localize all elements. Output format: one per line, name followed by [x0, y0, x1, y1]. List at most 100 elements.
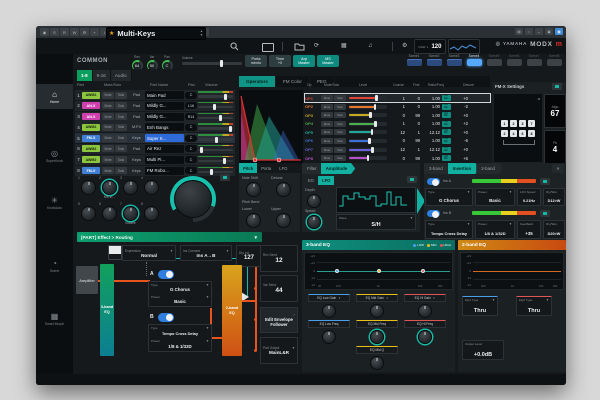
- scene-button[interactable]: Scene3: [444, 54, 464, 66]
- op-mute-button[interactable]: Mute: [321, 121, 333, 127]
- scene-pad[interactable]: [507, 59, 522, 66]
- scene-button[interactable]: Scene5: [484, 54, 504, 66]
- dry-level-field[interactable]: Dry Lvl 127: [236, 245, 262, 267]
- part-name-field[interactable]: Mildly G...: [145, 102, 184, 110]
- scene-pad[interactable]: [527, 59, 542, 66]
- solo-button[interactable]: Solo: [115, 145, 127, 152]
- speed-knob[interactable]: [307, 215, 321, 229]
- scene-button[interactable]: Scene2: [424, 54, 444, 66]
- part-volume-slider[interactable]: [198, 156, 233, 164]
- op-coarse[interactable]: 12: [389, 130, 405, 135]
- eq-freq-knob[interactable]: [418, 330, 432, 344]
- op-coarse[interactable]: 1: [389, 96, 405, 101]
- eq3-low-dot[interactable]: [335, 269, 339, 273]
- amp-sub-tab[interactable]: LFO: [318, 176, 334, 185]
- sidebar-item[interactable]: ◔ Scene: [36, 253, 73, 278]
- ins-a-edit-button[interactable]: [540, 178, 550, 185]
- operator-row[interactable]: OP5 Mute Solo 12 1 12.12 0.0Hz +0: [305, 128, 490, 136]
- part-name-field[interactable]: Air Rez: [145, 145, 184, 153]
- slider-handle[interactable]: [368, 138, 371, 144]
- op-coarse[interactable]: 1: [389, 121, 405, 126]
- ins-a-param3-field[interactable]: LFO Speed 0.21Hz: [517, 188, 541, 206]
- part-name-field[interactable]: Multi Pi...: [145, 156, 184, 164]
- part-volume-slider[interactable]: [198, 123, 233, 131]
- op-mute-button[interactable]: Mute: [321, 95, 333, 101]
- slider-handle[interactable]: [215, 137, 218, 143]
- part-row[interactable]: 3 AN-X Mute Solo Pad Mildly G... R14: [75, 112, 235, 122]
- op-fine[interactable]: 0: [405, 96, 420, 101]
- op-level-slider[interactable]: [349, 96, 387, 100]
- operator-row[interactable]: OP1 Mute Solo 1 0 1.00 0.0Hz +0: [305, 94, 490, 102]
- op-ratio[interactable]: 1.00: [420, 96, 440, 101]
- op-ratio[interactable]: 1.00: [420, 121, 440, 126]
- ins-b-param3-field[interactable]: Feedback +35: [517, 220, 541, 239]
- eq2-block[interactable]: 2-bandEQ: [222, 265, 242, 356]
- solo-button[interactable]: Solo: [115, 167, 127, 174]
- op-solo-button[interactable]: Solo: [334, 95, 346, 101]
- ins-b-enable-toggle[interactable]: [427, 210, 440, 217]
- common-button[interactable]: MS Master: [317, 55, 339, 67]
- part-output-select[interactable]: Part Output▼ MainL&R: [260, 337, 298, 364]
- solo-button[interactable]: Solo: [115, 102, 127, 109]
- slider-handle[interactable]: [200, 147, 203, 153]
- window-icon[interactable]: ▣: [545, 28, 553, 35]
- var-send-field[interactable]: Var Send 44: [260, 275, 298, 302]
- op-mute-button[interactable]: Mute: [321, 112, 333, 118]
- window-icon[interactable]: ▪: [525, 28, 533, 35]
- eq-gain-knob-cell[interactable]: EQ Mid Gain▼: [353, 294, 401, 318]
- output-level-field[interactable]: Output Level +0.0dB: [462, 340, 504, 360]
- super-knob-dial[interactable]: [174, 180, 212, 218]
- knob-dial[interactable]: [81, 206, 96, 221]
- scene-pad[interactable]: [447, 59, 462, 66]
- pan-value[interactable]: C: [185, 156, 197, 163]
- op-mute-button[interactable]: Mute: [321, 104, 333, 110]
- part-row[interactable]: 1 AWM2 Mute Solo Pad Main Pad C: [75, 90, 235, 100]
- op-ratio[interactable]: 1.00: [420, 113, 440, 118]
- ins-connect-select[interactable]: Ins Connect▼ Ins A→B: [180, 245, 232, 261]
- knob-ring[interactable]: C: [162, 60, 173, 71]
- part-row[interactable]: 7 AWM2 Mute Solo Keys Multi Pi... C: [75, 155, 235, 165]
- fm-tab[interactable]: FM Color: [276, 76, 310, 87]
- pan-value[interactable]: R14: [185, 113, 197, 120]
- common-volume-slider[interactable]: [182, 62, 242, 65]
- folder-icon[interactable]: [294, 42, 305, 51]
- slider-handle[interactable]: [375, 95, 378, 101]
- monitor-icon[interactable]: [262, 43, 274, 52]
- refresh-icon[interactable]: ⟳: [314, 41, 319, 51]
- op-mute-button[interactable]: Mute: [321, 155, 333, 161]
- pan-value[interactable]: C: [185, 92, 197, 99]
- op-detune[interactable]: +0: [452, 113, 468, 118]
- scene-pad[interactable]: [407, 59, 422, 66]
- ins-b-edit-button[interactable]: [540, 210, 550, 217]
- assign-knob[interactable]: 3: [120, 176, 141, 202]
- op-level-slider[interactable]: [349, 139, 387, 143]
- op-level-slider[interactable]: [349, 156, 387, 160]
- slider-handle[interactable]: [219, 115, 222, 121]
- slider-handle[interactable]: [374, 121, 377, 127]
- op-level-slider[interactable]: [349, 148, 387, 152]
- scene-pad[interactable]: [427, 59, 442, 66]
- slider-handle[interactable]: [213, 104, 216, 110]
- toolbar-icon[interactable]: S: [50, 28, 59, 36]
- amplitude-tab[interactable]: Amplitude: [321, 163, 355, 174]
- feedback-field[interactable]: Fb 4: [544, 130, 566, 164]
- solo-button[interactable]: Solo: [115, 124, 127, 131]
- favorite-star-icon[interactable]: ★: [109, 30, 114, 37]
- knob-dial[interactable]: [144, 180, 159, 195]
- knob-ring[interactable]: 50: [147, 60, 158, 71]
- knob-dial[interactable]: [102, 206, 117, 221]
- op-detune[interactable]: -2: [452, 104, 468, 109]
- rev-send-field[interactable]: Rev Send 12: [260, 245, 298, 272]
- knob-edit-button[interactable]: [220, 174, 230, 181]
- op-solo-button[interactable]: Solo: [334, 138, 346, 144]
- waveform-monitor[interactable]: [448, 39, 480, 54]
- op-ratio[interactable]: 1.00: [420, 104, 440, 109]
- op-ratio[interactable]: 12.12: [420, 130, 440, 135]
- eq-freq-knob-cell[interactable]: EQ Low Freq: [305, 320, 353, 344]
- op-ratio[interactable]: 12.12: [420, 147, 440, 152]
- effect-tab[interactable]: 2-band: [476, 163, 503, 174]
- common-button[interactable]: Arp Master: [293, 55, 315, 67]
- window-icon[interactable]: ▤: [515, 28, 523, 35]
- ins-b-preset-select[interactable]: Preset▼ 1/8 & 1/32D: [475, 220, 515, 239]
- common-button[interactable]: Porta mento: [245, 55, 267, 67]
